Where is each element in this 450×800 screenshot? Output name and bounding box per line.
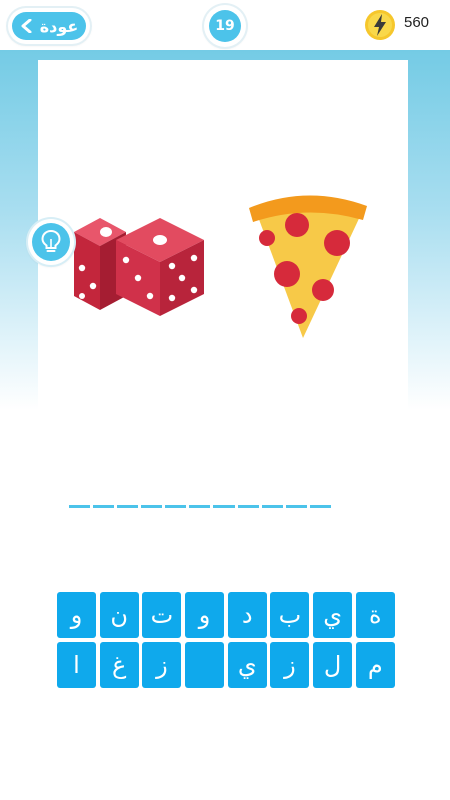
letter-key[interactable]: ز [270,642,310,688]
hint-button-face[interactable] [32,223,70,261]
back-button[interactable]: عودة [8,8,90,44]
pizza-emoji [249,195,367,338]
answer-slot[interactable] [213,505,234,508]
answer-slot[interactable] [93,505,114,508]
top-bar: عودة 19 560 [0,0,450,50]
answer-word-2[interactable] [69,500,234,512]
hint-button[interactable] [28,219,74,265]
dice-emoji [74,218,204,316]
back-button-label: عودة [39,16,79,36]
answer-slot[interactable] [69,505,90,508]
answer-slot[interactable] [189,505,210,508]
letter-key-empty[interactable] [185,642,225,688]
back-button-face[interactable]: عودة [12,12,86,40]
level-badge: 19 [204,5,246,47]
letter-key[interactable]: و [185,592,225,638]
answer-slot[interactable] [117,505,138,508]
letter-key[interactable]: ن [99,592,139,638]
letter-key[interactable]: و [57,592,96,638]
letter-key[interactable]: ز [142,642,182,688]
chevron-left-icon [21,19,32,33]
answer-slot[interactable] [238,505,259,508]
answer-slot[interactable] [165,505,186,508]
letter-key[interactable]: ل [313,642,353,688]
lightning-coin-icon[interactable] [364,9,396,41]
letter-key[interactable]: ي [227,642,267,688]
letter-key[interactable]: ي [313,592,353,638]
lightbulb-icon [41,229,61,252]
letter-key[interactable]: ا [57,642,96,688]
letter-key[interactable]: ت [142,592,182,638]
answer-slot[interactable] [286,505,307,508]
answer-slot[interactable] [310,505,331,508]
letter-key[interactable]: ب [270,592,310,638]
letter-key[interactable]: غ [99,642,139,688]
coin-count: 560 [404,14,430,31]
answer-slot[interactable] [262,505,283,508]
answer-slot[interactable] [141,505,162,508]
letter-key[interactable]: د [227,592,267,638]
letter-keyboard: و ن ت و د ب ي ة ا غ ز ي ز ل م [57,592,395,688]
level-number: 19 [209,10,241,42]
letter-key[interactable]: م [355,642,395,688]
letter-key[interactable]: ة [355,592,395,638]
